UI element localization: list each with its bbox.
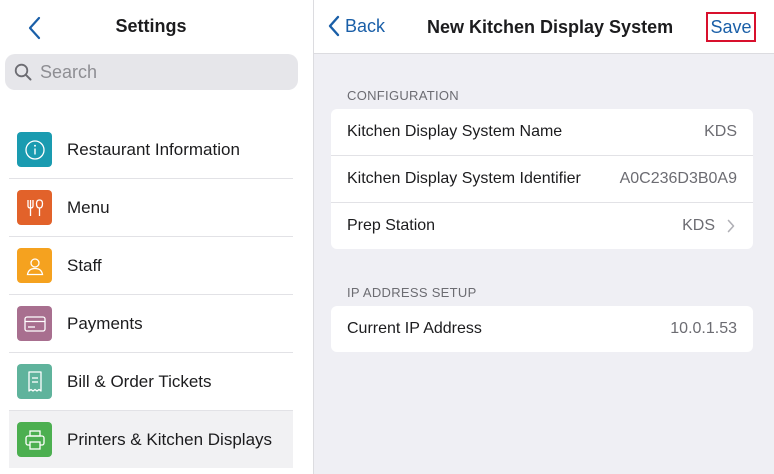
back-button[interactable]: Back bbox=[328, 15, 385, 37]
detail-pane: Back New Kitchen Display System Save CON… bbox=[314, 0, 774, 474]
sidebar-item-label: Restaurant Information bbox=[67, 139, 240, 159]
card-icon bbox=[17, 306, 52, 341]
row-label: Prep Station bbox=[347, 217, 436, 234]
sidebar-item-label: Staff bbox=[67, 255, 102, 275]
sidebar-item-restaurant-information[interactable]: Restaurant Information bbox=[9, 121, 293, 179]
sidebar-item-bill-order-tickets[interactable]: Bill & Order Tickets bbox=[9, 353, 293, 411]
save-button[interactable]: Save bbox=[706, 12, 756, 42]
prep-station-row[interactable]: Prep Station KDS bbox=[331, 203, 753, 249]
row-value: KDS bbox=[704, 123, 737, 140]
sidebar-item-menu[interactable]: Menu bbox=[9, 179, 293, 237]
settings-menu: Restaurant Information Menu Staff Paymen… bbox=[9, 121, 293, 468]
sidebar: Settings Restaurant Information Menu Sta… bbox=[0, 0, 314, 474]
sidebar-item-label: Menu bbox=[67, 197, 110, 217]
search-input[interactable] bbox=[38, 60, 282, 84]
page-title: New Kitchen Display System bbox=[427, 17, 674, 37]
sidebar-item-staff[interactable]: Staff bbox=[9, 237, 293, 295]
receipt-icon bbox=[17, 364, 52, 399]
sidebar-item-label: Payments bbox=[67, 313, 143, 333]
chevron-right-icon bbox=[727, 218, 737, 234]
back-button-label: Back bbox=[345, 15, 386, 36]
row-value: 10.0.1.53 bbox=[670, 320, 737, 337]
ip-address-section-header: IP ADDRESS SETUP bbox=[347, 285, 477, 300]
row-label: Current IP Address bbox=[347, 320, 482, 337]
search-bar[interactable] bbox=[5, 54, 298, 90]
row-value: A0C236D3B0A9 bbox=[619, 170, 737, 187]
kds-name-row[interactable]: Kitchen Display System Name KDS bbox=[331, 109, 753, 156]
sidebar-title: Settings bbox=[115, 16, 187, 36]
printer-icon bbox=[17, 422, 52, 457]
search-icon bbox=[14, 63, 32, 81]
configuration-section-header: CONFIGURATION bbox=[347, 88, 459, 103]
row-label: Kitchen Display System Identifier bbox=[347, 170, 581, 187]
sidebar-item-payments[interactable]: Payments bbox=[9, 295, 293, 353]
sidebar-item-label: Printers & Kitchen Displays bbox=[67, 429, 273, 449]
navigation-bar: Back New Kitchen Display System Save bbox=[314, 0, 774, 54]
info-icon bbox=[17, 132, 52, 167]
configuration-group: Kitchen Display System Name KDS Kitchen … bbox=[331, 109, 753, 249]
sidebar-item-printers-kitchen-displays[interactable]: Printers & Kitchen Displays bbox=[9, 411, 293, 468]
sidebar-header: Settings bbox=[0, 0, 313, 54]
row-value: KDS bbox=[682, 217, 715, 234]
current-ip-row: Current IP Address 10.0.1.53 bbox=[331, 306, 753, 352]
kds-identifier-row: Kitchen Display System Identifier A0C236… bbox=[331, 156, 753, 203]
chevron-left-icon bbox=[328, 15, 340, 37]
person-icon bbox=[17, 248, 52, 283]
ip-address-group: Current IP Address 10.0.1.53 bbox=[331, 306, 753, 352]
row-label: Kitchen Display System Name bbox=[347, 123, 563, 140]
sidebar-item-label: Bill & Order Tickets bbox=[67, 371, 212, 391]
utensils-icon bbox=[17, 190, 52, 225]
